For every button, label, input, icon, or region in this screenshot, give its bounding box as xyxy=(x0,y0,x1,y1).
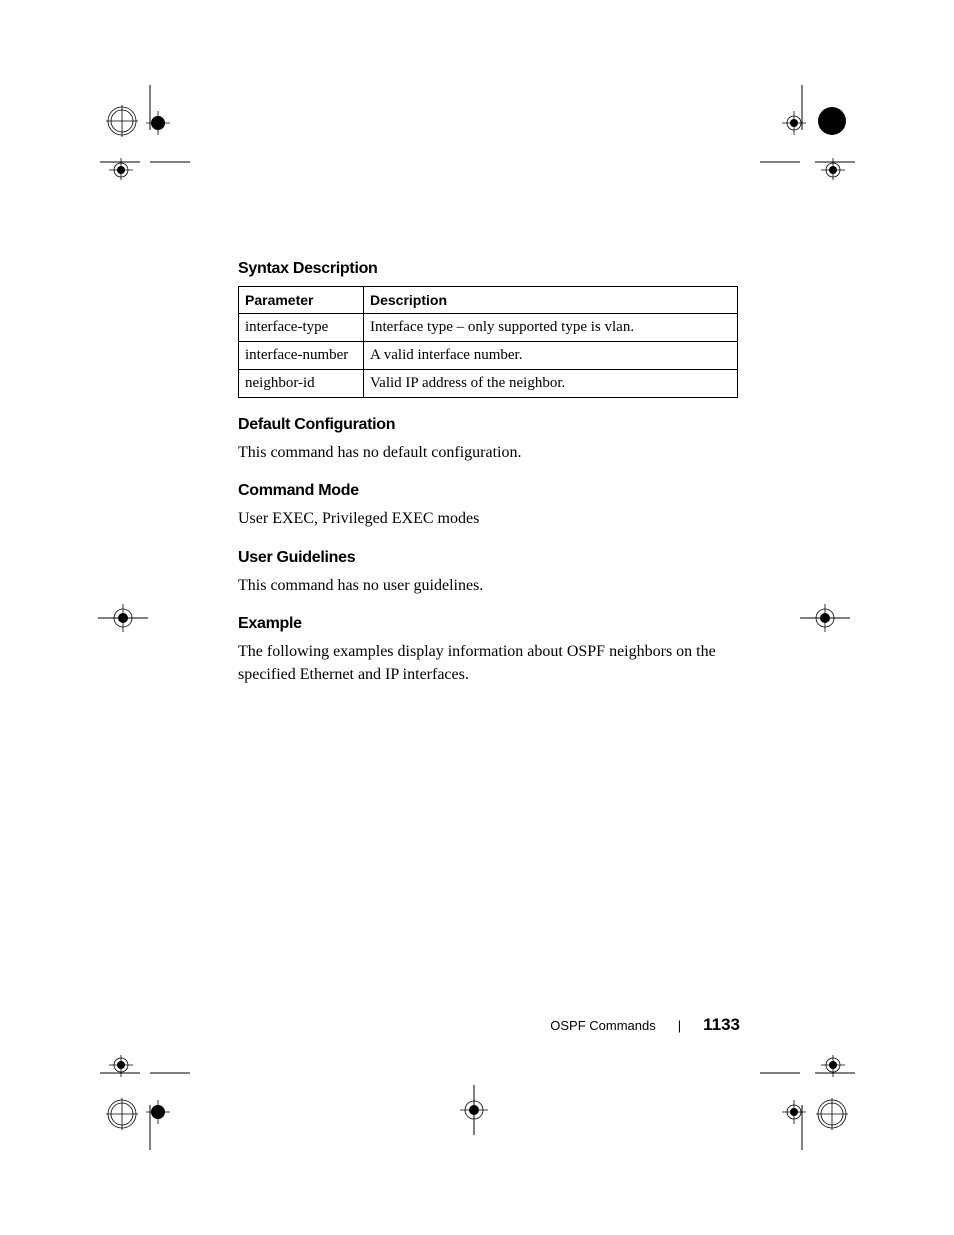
text-command-mode: User EXEC, Privileged EXEC modes xyxy=(238,508,738,530)
table-cell-desc: A valid interface number. xyxy=(364,342,738,370)
text-user-guidelines: This command has no user guidelines. xyxy=(238,575,738,597)
crop-mark-bottom-left xyxy=(100,1055,190,1150)
heading-user-guidelines: User Guidelines xyxy=(238,549,738,567)
crop-mark-right-middle xyxy=(800,598,850,638)
crop-mark-top-left xyxy=(100,85,190,180)
crop-mark-left-middle xyxy=(98,598,148,638)
heading-syntax: Syntax Description xyxy=(238,260,738,278)
parameter-table: Parameter Description interface-type Int… xyxy=(238,286,738,398)
heading-command-mode: Command Mode xyxy=(238,482,738,500)
crop-mark-bottom-middle xyxy=(454,1085,494,1135)
table-cell-param: neighbor-id xyxy=(239,370,364,398)
footer-page-number: 1133 xyxy=(703,1015,740,1034)
table-cell-param: interface-number xyxy=(239,342,364,370)
text-default-config: This command has no default configuratio… xyxy=(238,442,738,464)
footer-section-name: OSPF Commands xyxy=(550,1018,655,1033)
table-row: interface-type Interface type – only sup… xyxy=(239,314,738,342)
table-cell-desc: Valid IP address of the neighbor. xyxy=(364,370,738,398)
table-header-parameter: Parameter xyxy=(239,287,364,314)
heading-example: Example xyxy=(238,615,738,633)
table-row: interface-number A valid interface numbe… xyxy=(239,342,738,370)
crop-mark-bottom-right xyxy=(760,1055,855,1150)
heading-default-config: Default Configuration xyxy=(238,416,738,434)
page-content: Syntax Description Parameter Description… xyxy=(238,260,738,688)
table-cell-desc: Interface type – only supported type is … xyxy=(364,314,738,342)
table-cell-param: interface-type xyxy=(239,314,364,342)
text-example: The following examples display informati… xyxy=(238,641,738,686)
page-footer: OSPF Commands | 1133 xyxy=(0,1015,740,1035)
crop-mark-top-right xyxy=(760,85,855,180)
table-row: neighbor-id Valid IP address of the neig… xyxy=(239,370,738,398)
footer-separator: | xyxy=(678,1018,681,1033)
table-header-description: Description xyxy=(364,287,738,314)
